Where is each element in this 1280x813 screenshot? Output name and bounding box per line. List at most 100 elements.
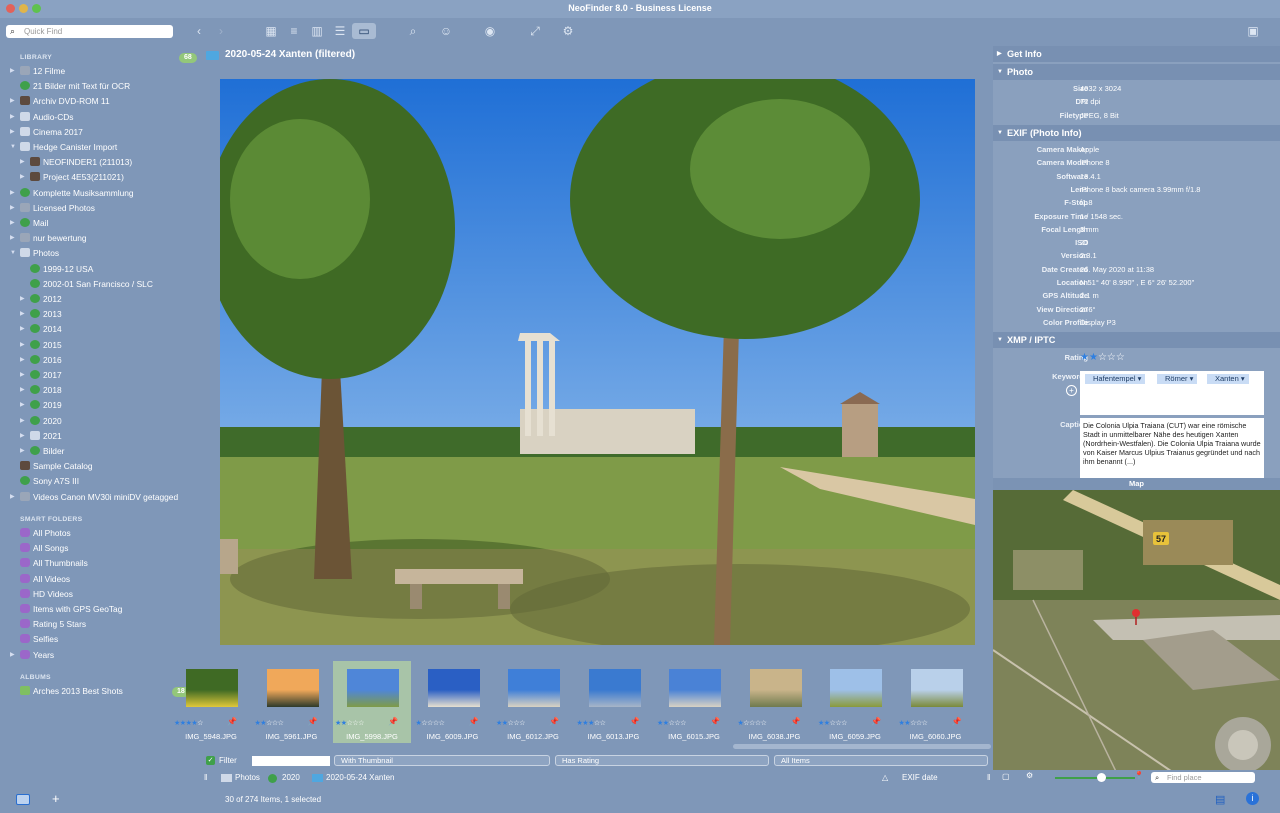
list-view-icon[interactable]: ≡ [285, 23, 303, 39]
disclosure-icon[interactable]: ▶ [10, 110, 15, 125]
thumbnail-item[interactable]: ★★☆☆☆ 📌 IMG_6012.JPG [494, 661, 572, 743]
disclosure-icon[interactable]: ▶ [10, 94, 15, 109]
disclosure-icon[interactable]: ▶ [20, 307, 25, 322]
find-place-input[interactable]: ⌕ Find place [1151, 772, 1255, 783]
thumbnail-rating[interactable]: ★★☆☆☆ [335, 719, 364, 727]
rating-stars[interactable]: ★★☆☆☆ [1080, 351, 1125, 364]
thumbnail-rating[interactable]: ★★☆☆☆ [899, 719, 928, 727]
thumbnail-rating[interactable]: ★★☆☆☆ [496, 719, 525, 727]
disclosure-icon[interactable]: ▶ [20, 444, 25, 459]
thumbnail-rating[interactable]: ★★☆☆☆ [818, 719, 847, 727]
pin-icon[interactable]: 📌 [469, 717, 479, 726]
sidebar-item[interactable]: ▼ Photos [10, 246, 59, 261]
thumbnail-item[interactable]: ★☆☆☆☆ 📌 IMG_6038.JPG [736, 661, 814, 743]
sidebar-item[interactable]: ▼ Hedge Canister Import [10, 140, 117, 155]
sidebar-item[interactable]: ▶ 12 Filme [10, 64, 65, 79]
disclosure-icon[interactable]: ▶ [20, 322, 25, 337]
expand-icon[interactable]: ⤢ [526, 23, 544, 39]
keyword-token[interactable]: Römer ▾ [1157, 374, 1198, 384]
disclosure-icon[interactable]: ▶ [10, 648, 15, 663]
smart-folder-item[interactable]: HD Videos [20, 587, 73, 602]
forward-icon[interactable]: › [212, 23, 230, 39]
pin-icon[interactable]: 📍 [1134, 771, 1144, 780]
path-item-xanten[interactable]: 2020-05-24 Xanten [326, 770, 395, 786]
xmp-section-header[interactable]: ▼ XMP / IPTC [993, 332, 1280, 348]
sidebar-item[interactable]: ▶ Cinema 2017 [10, 125, 83, 140]
disclosure-icon[interactable]: ▶ [20, 338, 25, 353]
keyword-token[interactable]: Hafentempel ▾ [1085, 374, 1146, 384]
get-info-header[interactable]: ▶ Get Info [993, 46, 1280, 62]
sort-select[interactable]: EXIF date [902, 770, 938, 786]
sidebar-item[interactable]: ▶ 2020 [20, 414, 62, 429]
sidebar-item[interactable]: ▶ 2017 [20, 368, 62, 383]
smart-folder-item[interactable]: All Songs [20, 541, 68, 556]
thumbnail-item[interactable]: ★☆☆☆☆ 📌 IMG_6009.JPG [414, 661, 492, 743]
rating-filter-select[interactable]: Has Rating [555, 755, 769, 766]
thumbnail-rating[interactable]: ★★☆☆☆ [255, 719, 284, 727]
sidebar-item[interactable]: 2002-01 San Francisco / SLC [30, 277, 153, 292]
thumbnail-item[interactable]: ★★☆☆☆ 📌 IMG_6060.JPG [897, 661, 975, 743]
eye-icon[interactable]: ◉ [481, 23, 499, 39]
zoom-slider[interactable] [1055, 777, 1135, 779]
sidebar-item[interactable]: ▶ 2019 [20, 398, 62, 413]
search-tool-icon[interactable]: ⌕ [404, 23, 422, 39]
thumbnail-rating[interactable]: ★☆☆☆☆ [738, 719, 767, 727]
thumbnail-rating[interactable]: ★★★☆☆ [577, 719, 606, 727]
smart-folder-item[interactable]: All Photos [20, 526, 71, 541]
sidebar-toggle-icon[interactable] [16, 794, 30, 805]
disclosure-icon[interactable]: ▼ [10, 140, 16, 155]
sidebar-item[interactable]: ▶ 2016 [20, 353, 62, 368]
smart-folder-item[interactable]: All Videos [20, 572, 70, 587]
sidebar-item[interactable]: ▶ Bilder [20, 444, 64, 459]
zoom-slider-knob[interactable] [1097, 773, 1106, 782]
thumbnail-item[interactable]: ★★☆☆☆ 📌 IMG_5961.JPG [253, 661, 331, 743]
thumbnail-scrollbar[interactable] [733, 744, 991, 749]
map-view[interactable]: Map 57 [993, 478, 1280, 786]
disclosure-icon[interactable]: ▶ [10, 216, 15, 231]
thumbnail-item[interactable]: ★★★★☆ 📌 IMG_5948.JPG [172, 661, 250, 743]
sidebar-item[interactable]: ▶ 2015 [20, 338, 62, 353]
exif-section-header[interactable]: ▼ EXIF (Photo Info) [993, 125, 1280, 141]
filter-checkbox[interactable]: ✓ [206, 756, 215, 765]
smart-folder-item[interactable]: Rating 5 Stars [20, 617, 86, 632]
gallery-view-icon[interactable]: ▭ [352, 23, 376, 39]
quick-find-input[interactable]: ⌕ Quick Find [6, 25, 173, 38]
photo-preview[interactable] [220, 79, 975, 645]
pin-icon[interactable]: 📌 [871, 717, 881, 726]
filter-text-input[interactable] [252, 756, 330, 766]
path-item-photos[interactable]: Photos [235, 770, 260, 786]
photo-section-header[interactable]: ▼ Photo [993, 64, 1280, 80]
pin-icon[interactable]: 📌 [388, 717, 398, 726]
disclosure-icon[interactable]: ▶ [20, 170, 25, 185]
add-keyword-button[interactable]: + [1066, 385, 1077, 396]
thumbnail-item[interactable]: ★★☆☆☆ 📌 IMG_6015.JPG [655, 661, 733, 743]
pin-icon[interactable]: 📌 [791, 717, 801, 726]
thumbnail-rating[interactable]: ★★★★☆ [174, 719, 203, 727]
divider-handle-right[interactable]: ‖ [987, 770, 990, 786]
sidebar-item[interactable]: ▶ 2012 [20, 292, 62, 307]
sidebar-item[interactable]: ▶ Komplette Musiksammlung [10, 186, 134, 201]
pin-icon[interactable]: 📌 [710, 717, 720, 726]
disclosure-icon[interactable]: ▶ [10, 231, 15, 246]
pin-icon[interactable]: 📌 [630, 717, 640, 726]
sidebar-item[interactable]: ▶ 2021 [20, 429, 62, 444]
sidebar-item[interactable]: ▶ NEOFINDER1 (211013) [20, 155, 132, 170]
sidebar-item[interactable]: Sample Catalog [20, 459, 93, 474]
map-gear-icon[interactable]: ⚙ [1026, 771, 1033, 780]
add-icon[interactable]: + [52, 791, 60, 806]
disclosure-icon[interactable]: ▶ [20, 414, 25, 429]
disclosure-icon[interactable]: ▶ [20, 292, 25, 307]
sidebar-item[interactable]: ▶ Audio-CDs [10, 110, 74, 125]
disclosure-icon[interactable]: ▶ [10, 186, 15, 201]
keywords-field[interactable]: Hafentempel ▾ Römer ▾ Xanten ▾ [1080, 371, 1264, 415]
thumbnail-item[interactable]: ★★★☆☆ 📌 IMG_6013.JPG [575, 661, 653, 743]
sidebar-item[interactable]: ▶ 2013 [20, 307, 62, 322]
smart-folder-item[interactable]: Selfies [20, 632, 58, 647]
sidebar-item-album[interactable]: Arches 2013 Best Shots [20, 684, 123, 699]
sidebar-item[interactable]: ▶ Archiv DVD-ROM 11 [10, 94, 110, 109]
pin-icon[interactable]: 📌 [549, 717, 559, 726]
disclosure-icon[interactable]: ▶ [20, 383, 25, 398]
gallery-list-icon[interactable]: ☰ [331, 23, 349, 39]
column-view-icon[interactable]: ▥ [308, 23, 326, 39]
pin-icon[interactable]: 📌 [227, 717, 237, 726]
